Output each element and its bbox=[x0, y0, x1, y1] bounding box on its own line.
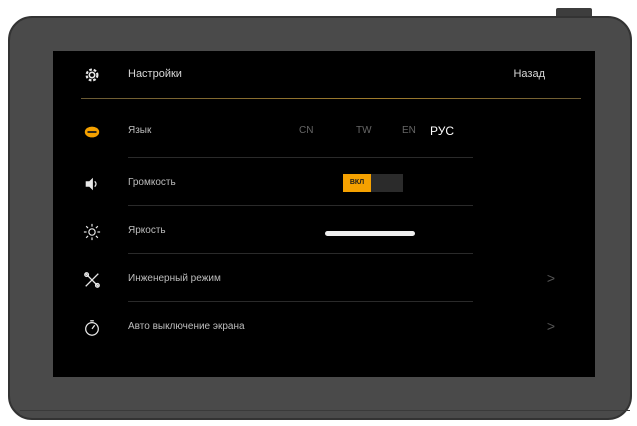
brightness-label: Яркость bbox=[128, 225, 166, 236]
auto-screen-off-row[interactable]: Авто выключение экрана > bbox=[53, 305, 595, 351]
page-title: Настройки bbox=[128, 68, 182, 80]
header-divider bbox=[81, 98, 581, 99]
gear-icon bbox=[85, 68, 99, 82]
engineering-row[interactable]: Инженерный режим > bbox=[53, 257, 595, 303]
lang-option-cn[interactable]: CN bbox=[299, 125, 313, 136]
chevron-right-icon[interactable]: > bbox=[547, 270, 555, 286]
row-divider bbox=[128, 301, 473, 302]
brightness-row: Яркость bbox=[53, 209, 595, 255]
row-divider bbox=[128, 253, 473, 254]
brightness-icon bbox=[83, 223, 101, 241]
brightness-slider[interactable] bbox=[325, 231, 415, 236]
lang-option-tw[interactable]: TW bbox=[356, 125, 372, 136]
language-label: Язык bbox=[128, 125, 152, 136]
volume-toggle[interactable]: ВКЛ bbox=[343, 174, 403, 192]
lang-option-en[interactable]: EN bbox=[402, 125, 416, 136]
speaker-icon bbox=[85, 177, 97, 191]
volume-label: Громкость bbox=[128, 177, 176, 188]
row-divider bbox=[128, 205, 473, 206]
auto-screen-off-label: Авто выключение экрана bbox=[128, 321, 245, 332]
language-row: Язык CN TW EN РУС bbox=[53, 109, 595, 155]
device-lip bbox=[20, 410, 630, 411]
device-frame: Настройки Назад Язык CN TW EN РУС Громко… bbox=[8, 16, 632, 420]
settings-screen: Настройки Назад Язык CN TW EN РУС Громко… bbox=[53, 51, 595, 377]
chevron-right-icon[interactable]: > bbox=[547, 318, 555, 334]
volume-row: Громкость ВКЛ bbox=[53, 161, 595, 207]
timer-icon bbox=[85, 320, 99, 336]
back-button[interactable]: Назад bbox=[513, 68, 545, 80]
language-icon bbox=[84, 126, 100, 138]
engineering-label: Инженерный режим bbox=[128, 273, 221, 284]
engineering-icon bbox=[84, 272, 100, 288]
lang-option-ru[interactable]: РУС bbox=[430, 124, 454, 138]
header: Настройки Назад bbox=[53, 51, 595, 99]
row-divider bbox=[128, 157, 473, 158]
toggle-on-label: ВКЛ bbox=[343, 174, 371, 192]
